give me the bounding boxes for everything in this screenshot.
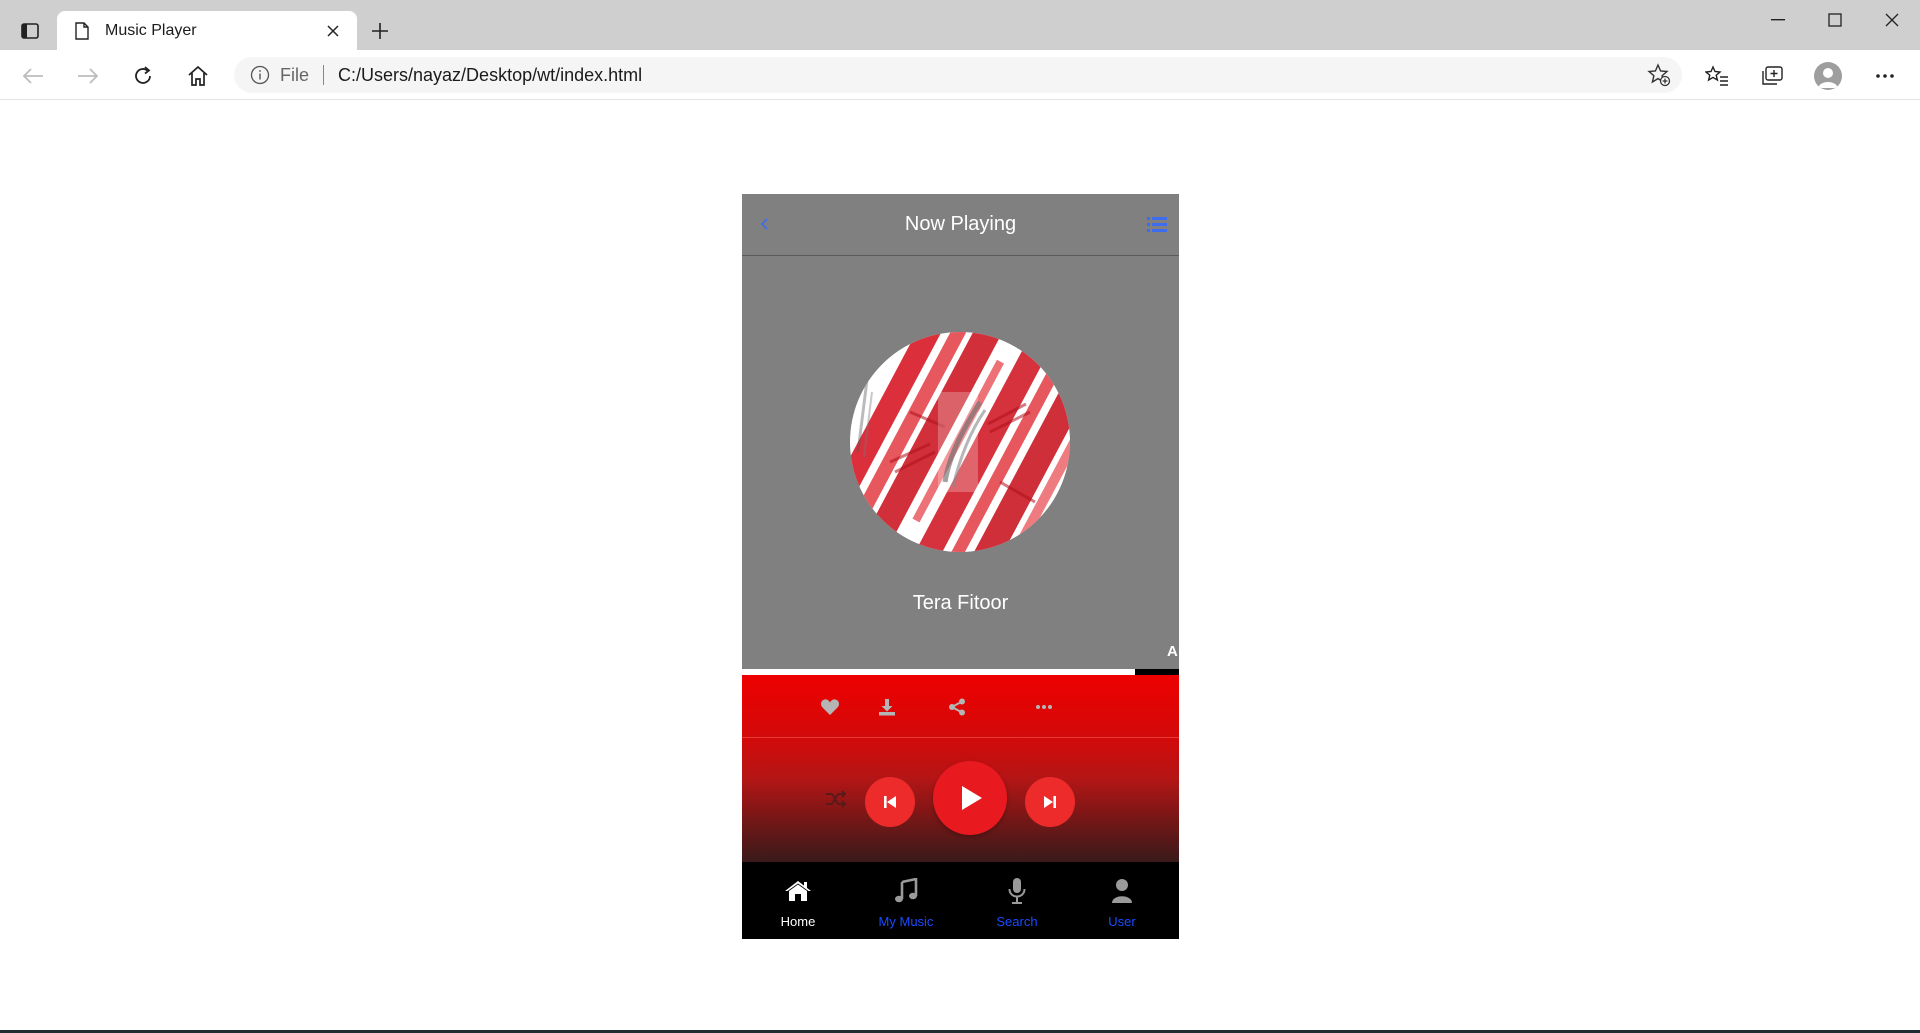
- forward-button[interactable]: [73, 61, 103, 91]
- nav-search[interactable]: Search: [992, 862, 1042, 939]
- nav-label: My Music: [878, 914, 934, 929]
- tab-close-icon[interactable]: [323, 21, 343, 41]
- refresh-button[interactable]: [128, 61, 158, 91]
- previous-track-button[interactable]: [865, 777, 915, 827]
- settings-more-button[interactable]: [1870, 61, 1900, 91]
- nav-label: Home: [780, 914, 816, 929]
- browser-toolbar: File C:/Users/nayaz/Desktop/wt/index.htm…: [0, 50, 1920, 100]
- shuffle-icon[interactable]: [824, 788, 848, 810]
- minimize-button[interactable]: [1758, 8, 1798, 32]
- song-title: Tera Fitoor: [912, 592, 1009, 614]
- profile-button[interactable]: [1813, 61, 1843, 91]
- favorites-button[interactable]: [1702, 61, 1732, 91]
- plus-icon: [372, 23, 388, 39]
- play-button[interactable]: [933, 761, 1007, 835]
- home-icon: [783, 876, 813, 906]
- nav-label: User: [1108, 914, 1136, 929]
- arrow-right-icon: [78, 68, 99, 84]
- tab-title: Music Player: [105, 22, 197, 39]
- download-icon[interactable]: [875, 695, 899, 719]
- back-chevron-icon[interactable]: [754, 214, 774, 234]
- document-icon: [71, 20, 93, 42]
- music-note-icon: [891, 876, 921, 906]
- info-icon[interactable]: [250, 65, 270, 85]
- nav-home[interactable]: Home: [770, 862, 826, 939]
- page-title: Now Playing: [904, 213, 1017, 235]
- share-icon[interactable]: [945, 695, 969, 719]
- nav-user[interactable]: User: [1097, 862, 1147, 939]
- tab-actions-icon: [21, 23, 39, 39]
- close-window-button[interactable]: [1872, 8, 1912, 32]
- album-art: [850, 332, 1070, 552]
- song-actions: [742, 675, 1179, 738]
- tab-actions-button[interactable]: [14, 17, 46, 45]
- close-icon: [1885, 13, 1899, 27]
- new-tab-button[interactable]: [366, 17, 394, 45]
- next-track-button[interactable]: [1025, 777, 1075, 827]
- home-button[interactable]: [183, 61, 213, 91]
- player-header: Now Playing: [742, 194, 1179, 256]
- collections-button[interactable]: [1757, 61, 1787, 91]
- user-icon: [1107, 876, 1137, 906]
- nav-my-music[interactable]: My Music: [876, 862, 936, 939]
- address-separator: [323, 65, 325, 85]
- music-player: Now Playing Tera Fitoor A Home My Music …: [742, 194, 1179, 939]
- address-url[interactable]: C:/Users/nayaz/Desktop/wt/index.html: [338, 65, 1642, 86]
- browser-tab[interactable]: Music Player: [57, 11, 357, 51]
- refresh-icon: [135, 66, 151, 84]
- more-horizontal-icon: [1876, 74, 1894, 78]
- playlist-icon[interactable]: [1146, 214, 1168, 234]
- maximize-icon: [1828, 13, 1842, 27]
- skip-previous-icon: [884, 796, 896, 808]
- back-button[interactable]: [18, 61, 48, 91]
- microphone-icon: [1002, 876, 1032, 906]
- like-heart-icon[interactable]: [818, 695, 842, 719]
- player-controls: [742, 675, 1179, 862]
- more-options-icon[interactable]: [1032, 695, 1056, 719]
- address-bar[interactable]: File C:/Users/nayaz/Desktop/wt/index.htm…: [234, 57, 1682, 93]
- minimize-icon: [1771, 19, 1785, 21]
- avatar: [1814, 62, 1842, 90]
- skip-next-icon: [1044, 796, 1056, 808]
- bottom-navigation: Home My Music Search User: [742, 862, 1179, 939]
- add-favorite-icon[interactable]: [1642, 58, 1676, 92]
- collections-icon: [1762, 66, 1783, 85]
- favorites-list-icon: [1705, 65, 1728, 86]
- home-icon: [188, 65, 208, 86]
- play-icon: [962, 786, 982, 810]
- nav-label: Search: [996, 914, 1038, 929]
- maximize-button[interactable]: [1815, 8, 1855, 32]
- browser-titlebar: Music Player: [0, 0, 1920, 51]
- artist-marquee-text: A: [1167, 643, 1178, 660]
- address-scheme: File: [280, 64, 310, 85]
- arrow-left-icon: [22, 68, 43, 84]
